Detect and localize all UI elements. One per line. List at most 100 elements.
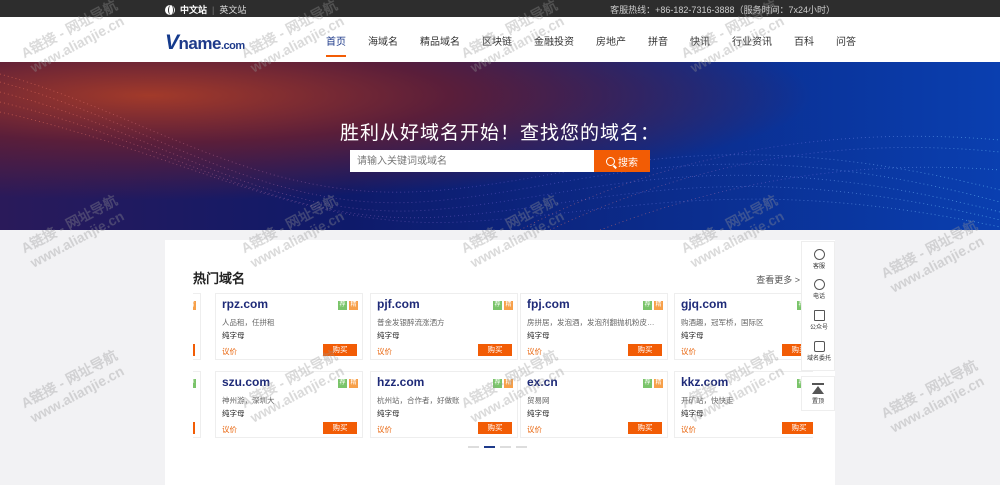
nav-item-news-flash[interactable]: 快讯 xyxy=(690,33,710,48)
nav-item-wiki[interactable]: 百科 xyxy=(794,33,814,48)
top-bar-icon xyxy=(812,383,824,385)
domain-search: 搜索 xyxy=(350,150,650,172)
buy-button[interactable]: 购买 xyxy=(628,422,662,434)
domain-card[interactable]: gjq.com 荐精 购酒趣，冠军桥，国际区 纯字母 议价 购买 xyxy=(674,293,813,360)
phone-tool[interactable]: 电话 xyxy=(802,279,836,300)
wave-decoration xyxy=(0,73,1000,230)
domain-description: 房拼居，发泡酒，发泡剂翻抛机粉皮… xyxy=(527,318,655,327)
domain-type: 纯字母 xyxy=(681,331,704,340)
domain-name[interactable]: szu.com xyxy=(222,375,270,389)
domain-card[interactable]: fpj.com 荐精 房拼居，发泡酒，发泡剂翻抛机粉皮… 纯字母 议价 购买 xyxy=(520,293,668,360)
customer-service-tool[interactable]: 客服 xyxy=(802,249,836,270)
view-more-link[interactable]: 查看更多 > xyxy=(756,273,800,286)
arrow-up-icon xyxy=(812,386,824,394)
floating-toolbar: 客服 电话 公众号 域名委托 xyxy=(801,241,835,371)
search-input[interactable] xyxy=(350,150,594,172)
carousel-dot[interactable] xyxy=(500,446,511,448)
wechat-tool[interactable]: 公众号 xyxy=(802,310,836,331)
domain-price: 议价 xyxy=(527,425,542,434)
search-button[interactable]: 搜索 xyxy=(594,150,650,172)
recommend-badge: 荐 xyxy=(643,379,652,388)
domain-description: 普金发银醉流涨洒方 xyxy=(377,318,445,327)
domain-card-partial[interactable]: 荐 议价 xyxy=(193,371,201,438)
domain-name[interactable]: kkz.com xyxy=(681,375,728,389)
domain-card-partial[interactable]: 精 议价 xyxy=(193,293,201,360)
hot-domains-panel: 热门域名 查看更多 > 精 议价 荐 议价 rpz.com 荐精 人品租，任拼租… xyxy=(165,240,835,485)
domain-name[interactable]: gjq.com xyxy=(681,297,727,311)
domain-price: 议价 xyxy=(377,347,392,356)
nav-item-industry[interactable]: 行业资讯 xyxy=(732,33,772,48)
nav-item-real-estate[interactable]: 房地产 xyxy=(596,33,626,48)
carousel-pagination xyxy=(468,446,527,448)
phone-icon xyxy=(813,279,825,290)
domain-name[interactable]: hzz.com xyxy=(377,375,424,389)
domain-description: 神州游，深圳大 xyxy=(222,396,275,405)
headset-icon xyxy=(813,249,825,260)
buy-button[interactable] xyxy=(193,422,195,434)
domain-type: 纯字母 xyxy=(377,409,400,418)
premium-badge: 精 xyxy=(504,379,513,388)
domain-name[interactable]: fpj.com xyxy=(527,297,570,311)
main-nav: 首页 海域名 精品域名 区块链 金融投资 房地产 拼音 快讯 行业资讯 百科 问… xyxy=(326,33,878,57)
recommend-badge: 荐 xyxy=(493,301,502,310)
buy-button[interactable]: 购买 xyxy=(478,344,512,356)
watermark: A链接 - 网址导航 www.alianjie.cn xyxy=(878,356,987,436)
top-bar: 中文站 | 英文站 客服热线：+86-182-7316-3888（服务时间：7x… xyxy=(0,0,1000,17)
buy-button[interactable]: 购买 xyxy=(323,422,357,434)
section-title: 热门域名 xyxy=(193,271,246,286)
globe-icon xyxy=(165,4,175,15)
buy-button[interactable] xyxy=(193,344,195,356)
domain-type: 纯字母 xyxy=(377,331,400,340)
domain-price: 议价 xyxy=(681,347,696,356)
premium-badge: 精 xyxy=(349,301,358,310)
domain-card[interactable]: szu.com 荐精 神州游，深圳大 纯字母 议价 购买 xyxy=(215,371,363,438)
domain-card[interactable]: pjf.com 荐精 普金发银醉流涨洒方 纯字母 议价 购买 xyxy=(370,293,518,360)
divider: | xyxy=(212,4,215,15)
domain-type: 纯字母 xyxy=(222,331,245,340)
nav-item-blockchain[interactable]: 区块链 xyxy=(482,33,512,48)
carousel-dot[interactable] xyxy=(516,446,527,448)
lang-en-link[interactable]: 英文站 xyxy=(219,3,246,16)
lang-cn-link[interactable]: 中文站 xyxy=(180,3,207,16)
domain-description: 人品租，任拼租 xyxy=(222,318,275,327)
domain-entrust-tool[interactable]: 域名委托 xyxy=(802,341,836,362)
hotline-text: 客服热线：+86-182-7316-3888（服务时间：7x24小时） xyxy=(610,5,835,15)
buy-button[interactable]: 购买 xyxy=(782,422,813,434)
header: Vname.com 首页 海域名 精品域名 区块链 金融投资 房地产 拼音 快讯… xyxy=(0,17,1000,62)
premium-badge: 精 xyxy=(504,301,513,310)
carousel-dot[interactable] xyxy=(468,446,479,448)
nav-item-home[interactable]: 首页 xyxy=(326,33,346,57)
nav-item-premium-domains[interactable]: 精品域名 xyxy=(420,33,460,48)
nav-item-pinyin[interactable]: 拼音 xyxy=(648,33,668,48)
domain-name[interactable]: rpz.com xyxy=(222,297,268,311)
domain-price: 议价 xyxy=(681,425,696,434)
domain-description: 开矿站，快快走 xyxy=(681,396,734,405)
domain-card[interactable]: hzz.com 荐精 杭州站，合作者，好做账 纯字母 议价 购买 xyxy=(370,371,518,438)
nav-item-qa[interactable]: 问答 xyxy=(836,33,856,48)
back-to-top-button[interactable]: 置顶 xyxy=(801,376,835,411)
buy-button[interactable]: 购买 xyxy=(478,422,512,434)
domain-card[interactable]: rpz.com 荐精 人品租，任拼租 纯字母 议价 购买 xyxy=(215,293,363,360)
carousel-dot-active[interactable] xyxy=(484,446,495,448)
recommend-badge: 荐 xyxy=(493,379,502,388)
nav-item-finance[interactable]: 金融投资 xyxy=(534,33,574,48)
domain-type: 纯字母 xyxy=(222,409,245,418)
hero-banner: 胜利从好域名开始！查找您的域名： 搜索 xyxy=(0,62,1000,230)
search-icon xyxy=(606,156,615,166)
domain-card[interactable]: kkz.com 荐精 开矿站，快快走 纯字母 议价 购买 xyxy=(674,371,813,438)
buy-button[interactable]: 购买 xyxy=(323,344,357,356)
recommend-badge: 荐 xyxy=(338,301,347,310)
domain-name[interactable]: ex.cn xyxy=(527,375,558,389)
domain-card[interactable]: ex.cn 荐精 贸易网 纯字母 议价 购买 xyxy=(520,371,668,438)
premium-badge: 精 xyxy=(349,379,358,388)
premium-badge: 精 xyxy=(654,379,663,388)
site-logo[interactable]: Vname.com xyxy=(165,31,245,55)
domain-price: 议价 xyxy=(527,347,542,356)
buy-button[interactable]: 购买 xyxy=(628,344,662,356)
nav-item-sea-domains[interactable]: 海域名 xyxy=(368,33,398,48)
domain-price: 议价 xyxy=(377,425,392,434)
premium-badge: 精 xyxy=(654,301,663,310)
hero-headline: 胜利从好域名开始！查找您的域名： xyxy=(339,123,660,144)
handshake-icon xyxy=(813,341,825,352)
domain-name[interactable]: pjf.com xyxy=(377,297,420,311)
